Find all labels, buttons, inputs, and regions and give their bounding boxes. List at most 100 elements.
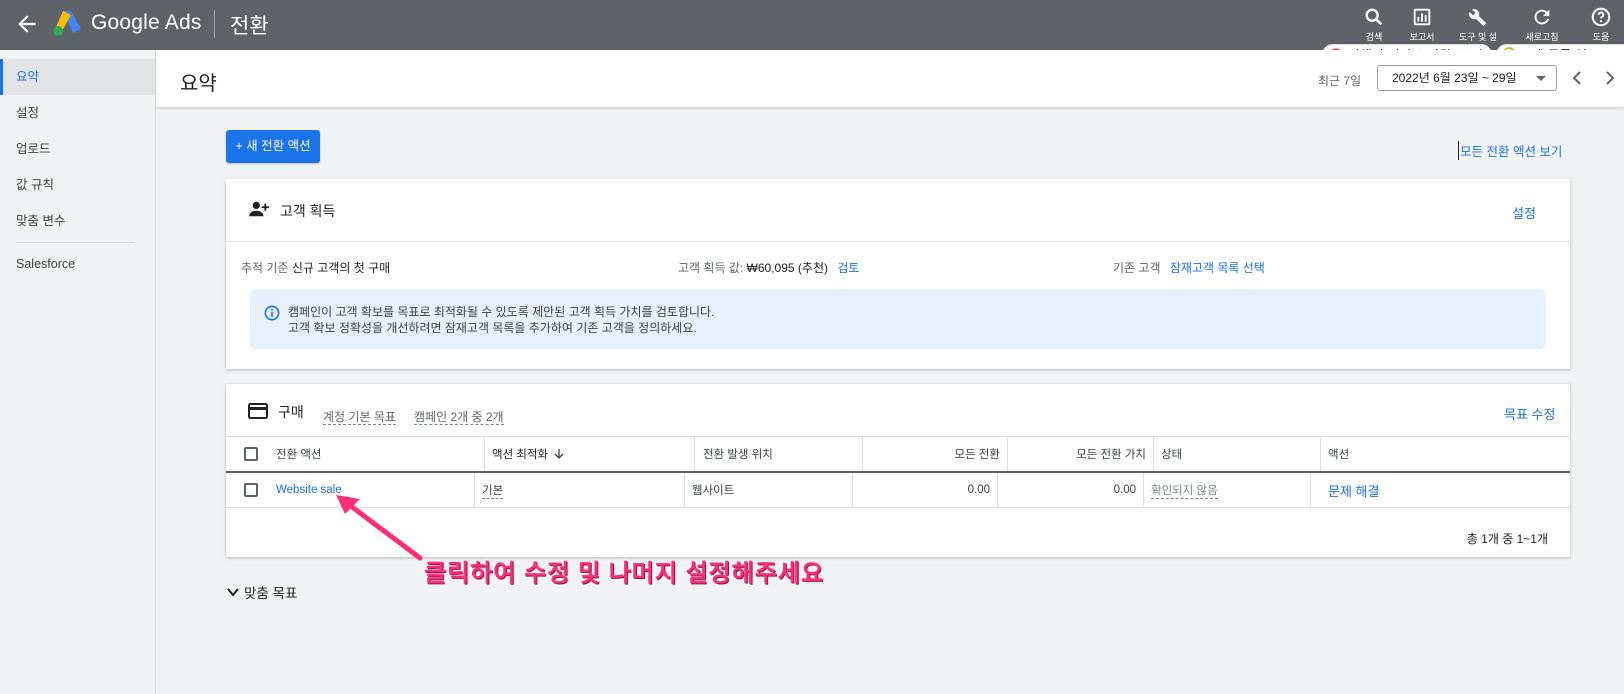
custom-goals-toggle[interactable]: 맞춤 목표 [226, 582, 297, 602]
table-header: 전환 액션 액션 최적화 전환 발생 위치 모든 전환 모든 전환 가치 상태 … [226, 436, 1570, 473]
search-icon [1365, 8, 1383, 26]
view-all-conversion-actions-link[interactable]: 모든 전환 액션 보기 [1458, 141, 1562, 160]
annotation-arrow-icon [336, 495, 423, 561]
new-conversion-action-button[interactable]: + 새 전환 액션 [226, 130, 320, 163]
column-header-optimization[interactable]: 액션 최적화 [492, 437, 564, 471]
column-divider [862, 437, 863, 471]
tracking-value: 신규 고객의 첫 구매 [291, 261, 391, 275]
sort-down-arrow-icon [554, 448, 564, 459]
section-title: 전환 [230, 15, 269, 38]
select-all-checkbox[interactable] [244, 447, 258, 461]
customer-acquisition-card: 고객 획득 설정 추적 기준 신규 고객의 첫 구매 고객 획득 값: ₩60,… [226, 179, 1570, 369]
column-divider [1143, 473, 1144, 507]
column-header-status[interactable]: 상태 [1161, 437, 1182, 471]
annotation-callout: 클릭하여 수정 및 나머지 설정해주세요 [424, 560, 824, 587]
row-checkbox-cell[interactable] [244, 473, 258, 507]
sidebar-item-custom-variables[interactable]: 맞춤 변수 [0, 203, 155, 239]
troubleshoot-link[interactable]: 문제 해결 [1328, 473, 1379, 507]
google-ads-logo-icon[interactable] [52, 9, 82, 37]
campaign-count-chip[interactable]: 캠페인 2개 중 2개 [414, 408, 504, 425]
column-divider [852, 473, 853, 507]
person-add-icon [248, 200, 270, 221]
column-divider [484, 437, 485, 471]
date-range-label: 최근 7일 [1318, 74, 1362, 88]
tool-refresh[interactable]: 새로고침 [1514, 6, 1570, 43]
chip-label: 계정 기본 목표 [323, 410, 396, 425]
column-header-all-conversions[interactable]: 모든 전환 [866, 437, 1000, 471]
page-header: 요약 최근 7일 2022년 6월 23일 ~ 29일 [156, 50, 1624, 108]
info-icon [264, 305, 280, 324]
custom-goals-label: 맞춤 목표 [244, 586, 298, 601]
column-header-source[interactable]: 전환 발생 위치 [703, 437, 773, 471]
tool-settings[interactable]: 도구 및 설 [1450, 6, 1506, 43]
chip-label: 캠페인 2개 중 2개 [414, 410, 504, 425]
chevron-down-icon [227, 588, 239, 597]
status-cell[interactable]: 확인되지 않음 [1151, 473, 1218, 507]
help-icon [1591, 7, 1611, 27]
existing-customers-label: 기존 고객 [1113, 261, 1161, 275]
sidebar-item-uploads[interactable]: 업로드 [0, 131, 155, 167]
optimization-cell[interactable]: 기본 [482, 473, 504, 507]
tool-label: 도구 및 설 [1458, 32, 1498, 42]
info-line-2: 고객 확보 정확성을 개선하려면 잠재고객 목록을 추가하여 기존 고객을 정의… [288, 321, 697, 335]
acquisition-value-label: 고객 획득 값: [678, 261, 744, 275]
sidebar-item-salesforce[interactable]: Salesforce [0, 246, 155, 282]
top-app-bar: Google Ads 전환 검색 보고서 도구 및 설 새로고침 도움 [0, 0, 1624, 50]
optimization-value[interactable]: 기본 [482, 482, 504, 499]
source-value: 웹사이트 [692, 485, 735, 497]
column-divider [1320, 437, 1321, 471]
select-all-checkbox-cell[interactable] [244, 437, 258, 471]
account-default-goal-chip[interactable]: 계정 기본 목표 [323, 408, 396, 425]
column-divider [1007, 437, 1008, 471]
brand-name[interactable]: Google Ads [91, 11, 202, 35]
info-line-1: 캠페인이 고객 확보를 목표로 최적화될 수 있도록 제안된 고객 획득 가치를… [288, 305, 715, 319]
dropdown-caret-icon [1536, 76, 1546, 81]
date-range-value: 2022년 6월 23일 ~ 29일 [1392, 71, 1517, 85]
next-period-chevron-icon[interactable] [1602, 70, 1618, 86]
column-header-all-conversion-value[interactable]: 모든 전환 가치 [1011, 437, 1146, 471]
page-title: 요약 [180, 73, 217, 95]
all-conversion-value-value: 0.00 [1113, 484, 1136, 496]
existing-customers: 기존 고객 잠재고객 목록 선택 [1113, 259, 1265, 276]
refresh-icon [1534, 9, 1550, 25]
all-conversions-value: 0.00 [967, 484, 990, 496]
column-divider [684, 473, 685, 507]
date-range-select[interactable]: 2022년 6월 23일 ~ 29일 [1377, 65, 1557, 91]
edit-goal-link[interactable]: 목표 수정 [1504, 404, 1555, 423]
card-title: 구매 [278, 404, 304, 420]
acquisition-value-amount: ₩60,095 (추천) [746, 261, 828, 275]
column-header-label: 액션 최적화 [492, 449, 549, 461]
select-audience-list-link[interactable]: 잠재고객 목록 선택 [1170, 261, 1265, 275]
status-value[interactable]: 확인되지 않음 [1151, 482, 1218, 499]
pagination-summary: 총 1개 중 1~1개 [1466, 532, 1548, 546]
back-arrow-icon[interactable] [14, 11, 40, 37]
acquisition-value: 고객 획득 값: ₩60,095 (추천) 검토 [678, 259, 859, 276]
card-title: 고객 획득 [280, 203, 336, 219]
wrench-icon [1469, 9, 1487, 27]
sidebar-divider [16, 242, 134, 243]
info-text: 캠페인이 고객 확보를 목표로 최적화될 수 있도록 제안된 고객 획득 가치를… [288, 304, 714, 336]
sidebar-item-settings[interactable]: 설정 [0, 95, 155, 131]
column-divider [474, 473, 475, 507]
tool-label: 보고서 [1409, 32, 1435, 42]
tracking-basis: 추적 기준 신규 고객의 첫 구매 [241, 259, 390, 276]
tool-help[interactable]: 도움 [1578, 6, 1624, 43]
tool-label: 도움 [1592, 32, 1610, 42]
info-banner: 캠페인이 고객 확보를 목표로 최적화될 수 있도록 제안된 고객 획득 가치를… [250, 289, 1546, 349]
brand-divider [214, 10, 215, 38]
column-header-conversion-action[interactable]: 전환 액션 [276, 437, 322, 471]
reports-icon [1413, 8, 1431, 26]
previous-period-chevron-icon[interactable] [1569, 70, 1585, 86]
card-divider [226, 241, 1570, 242]
column-divider [997, 473, 998, 507]
tool-label: 새로고침 [1525, 32, 1559, 42]
review-link[interactable]: 검토 [837, 261, 859, 275]
column-header-actions[interactable]: 액션 [1328, 437, 1349, 471]
acquisition-settings-link[interactable]: 설정 [1512, 203, 1536, 222]
sidebar-item-value-rules[interactable]: 값 규칙 [0, 167, 155, 203]
column-divider [1153, 437, 1154, 471]
tool-reports[interactable]: 보고서 [1394, 6, 1450, 43]
sidebar-item-summary[interactable]: 요약 [0, 59, 155, 95]
row-checkbox[interactable] [244, 483, 258, 497]
column-divider [1310, 473, 1311, 507]
